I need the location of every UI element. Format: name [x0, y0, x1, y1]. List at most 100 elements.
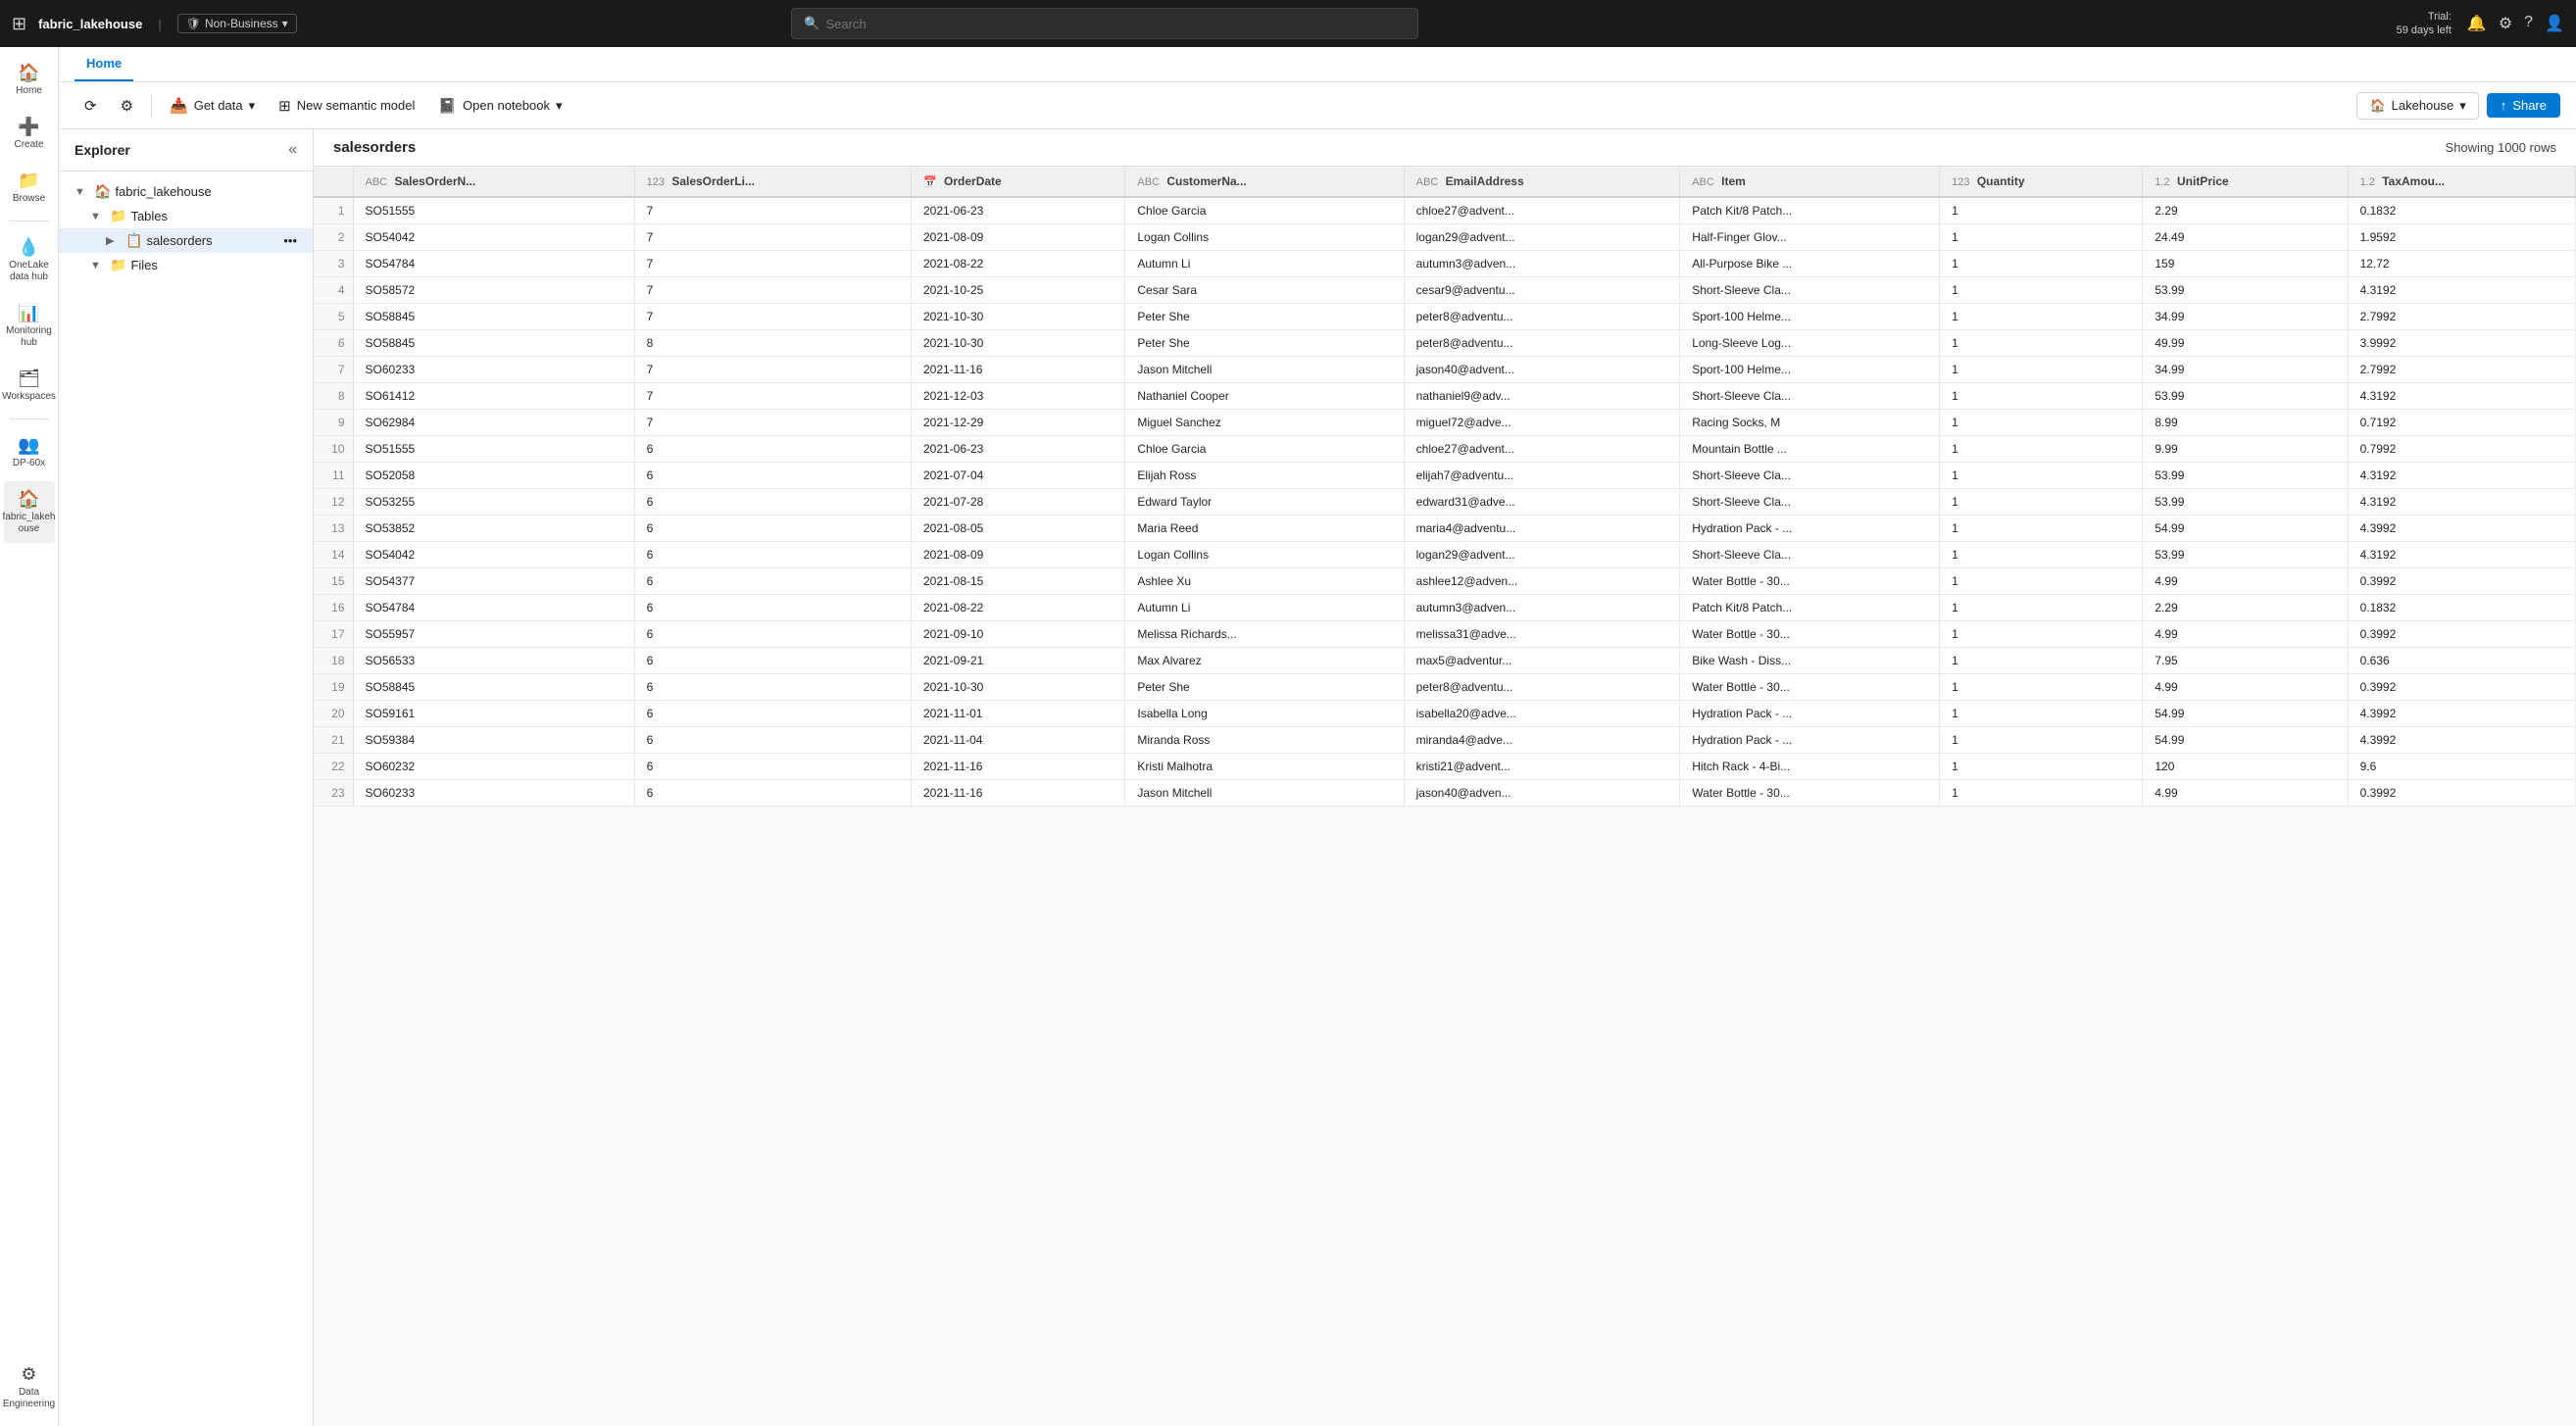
table-cell: 1: [1940, 383, 2143, 410]
table-container[interactable]: ABC SalesOrderN... 123 SalesOrderLi... 📅: [314, 167, 2576, 1426]
sidebar-item-home[interactable]: 🏠 Home: [4, 55, 55, 105]
table-cell: Maria Reed: [1125, 516, 1404, 542]
settings-button[interactable]: ⚙: [111, 92, 143, 120]
table-cell: Sport-100 Helme...: [1680, 304, 1940, 330]
col-header-salesorderline[interactable]: 123 SalesOrderLi...: [634, 167, 911, 197]
table-cell: 0.7992: [2348, 436, 2575, 463]
col-header-orderdate[interactable]: 📅 OrderDate: [911, 167, 1124, 197]
tree-item-files[interactable]: ▼ 📁 Files: [59, 253, 313, 277]
open-notebook-button[interactable]: 📓 Open notebook: [428, 92, 571, 120]
main-layout: 🏠 Home ➕ Create 📁 Browse 💧 OneLake data …: [0, 47, 2576, 1426]
notifications-icon[interactable]: 🔔: [2467, 14, 2487, 33]
table-cell: ashlee12@adven...: [1404, 568, 1680, 595]
table-cell: 2021-08-09: [911, 542, 1124, 568]
onelake-icon: 💧: [18, 237, 39, 258]
col-header-item[interactable]: ABC Item: [1680, 167, 1940, 197]
help-icon[interactable]: ?: [2524, 14, 2533, 33]
search-bar[interactable]: 🔍: [791, 8, 1418, 39]
table-cell: Max Alvarez: [1125, 648, 1404, 674]
sidebar-item-onelake[interactable]: 💧 OneLake data hub: [4, 229, 55, 291]
table-cell: Cesar Sara: [1125, 277, 1404, 304]
tables-folder-icon: 📁: [110, 208, 126, 224]
col-header-taxamount[interactable]: 1.2 TaxAmou...: [2348, 167, 2575, 197]
table-row[interactable]: 22SO6023262021-11-16Kristi Malhotrakrist…: [314, 754, 2576, 780]
table-row[interactable]: 3SO5478472021-08-22Autumn Liautumn3@adve…: [314, 251, 2576, 277]
table-cell: Miranda Ross: [1125, 727, 1404, 754]
get-data-button[interactable]: 📥 Get data: [160, 92, 265, 120]
row-number: 23: [314, 780, 353, 807]
table-row[interactable]: 23SO6023362021-11-16Jason Mitchelljason4…: [314, 780, 2576, 807]
table-row[interactable]: 6SO5884582021-10-30Peter Shepeter8@adven…: [314, 330, 2576, 357]
table-row[interactable]: 4SO5857272021-10-25Cesar Saracesar9@adve…: [314, 277, 2576, 304]
table-cell: 2021-08-22: [911, 251, 1124, 277]
table-cell: 4.3192: [2348, 277, 2575, 304]
table-cell: 7: [634, 304, 911, 330]
table-row[interactable]: 14SO5404262021-08-09Logan Collinslogan29…: [314, 542, 2576, 568]
row-number: 14: [314, 542, 353, 568]
trial-info: Trial: 59 days left: [2397, 10, 2452, 38]
table-row[interactable]: 18SO5653362021-09-21Max Alvarezmax5@adve…: [314, 648, 2576, 674]
col-header-unitprice[interactable]: 1.2 UnitPrice: [2143, 167, 2348, 197]
table-cell: 1: [1940, 304, 2143, 330]
table-row[interactable]: 13SO5385262021-08-05Maria Reedmaria4@adv…: [314, 516, 2576, 542]
sidebar-item-fabric-lakehouse[interactable]: 🏠 fabric_lakeh ouse: [4, 481, 55, 543]
table-cell: Short-Sleeve Cla...: [1680, 383, 1940, 410]
tab-home[interactable]: Home: [74, 47, 133, 81]
table-cell: Jason Mitchell: [1125, 780, 1404, 807]
table-row[interactable]: 7SO6023372021-11-16Jason Mitchelljason40…: [314, 357, 2576, 383]
table-row[interactable]: 12SO5325562021-07-28Edward Tayloredward3…: [314, 489, 2576, 516]
table-cell: 4.3192: [2348, 489, 2575, 516]
table-row[interactable]: 8SO6141272021-12-03Nathaniel Coopernatha…: [314, 383, 2576, 410]
table-row[interactable]: 1SO5155572021-06-23Chloe Garciachloe27@a…: [314, 197, 2576, 224]
data-view: salesorders Showing 1000 rows ABC SalesO…: [314, 129, 2576, 1426]
share-button[interactable]: ↑ Share: [2487, 93, 2560, 118]
sidebar-item-browse[interactable]: 📁 Browse: [4, 163, 55, 213]
table-row[interactable]: 21SO5938462021-11-04Miranda Rossmiranda4…: [314, 727, 2576, 754]
table-cell: 34.99: [2143, 357, 2348, 383]
tree-item-root[interactable]: ▼ 🏠 fabric_lakehouse: [59, 179, 313, 204]
sidebar-item-create[interactable]: ➕ Create: [4, 109, 55, 159]
sidebar-item-workspaces[interactable]: 🗂 Workspaces: [4, 361, 55, 411]
tree-item-tables[interactable]: ▼ 📁 Tables: [59, 204, 313, 228]
table-row[interactable]: 19SO5884562021-10-30Peter Shepeter8@adve…: [314, 674, 2576, 701]
table-cell: 4.99: [2143, 568, 2348, 595]
table-row[interactable]: 11SO5205862021-07-04Elijah Rosselijah7@a…: [314, 463, 2576, 489]
lakehouse-button[interactable]: 🏠 Lakehouse: [2356, 92, 2478, 120]
non-business-badge[interactable]: 🛡 Non-Business: [177, 14, 297, 33]
explorer-close-button[interactable]: «: [288, 141, 297, 159]
table-row[interactable]: 2SO5404272021-08-09Logan Collinslogan29@…: [314, 224, 2576, 251]
table-cell: 54.99: [2143, 701, 2348, 727]
tree-item-salesorders[interactable]: ▶ 📋 salesorders •••: [59, 228, 313, 253]
row-number: 22: [314, 754, 353, 780]
sidebar-item-data-engineering[interactable]: ⚙ Data Engineering: [4, 1356, 55, 1418]
sidebar-item-monitoring[interactable]: 📊 Monitoring hub: [4, 295, 55, 357]
col-header-salesordernumber[interactable]: ABC SalesOrderN...: [353, 167, 634, 197]
settings-icon[interactable]: ⚙: [2499, 14, 2512, 33]
sidebar-item-dp60x[interactable]: 👥 DP-60x: [4, 427, 55, 477]
table-row[interactable]: 17SO5595762021-09-10Melissa Richards...m…: [314, 621, 2576, 648]
tab-bar: Home: [59, 47, 2576, 82]
new-semantic-model-button[interactable]: ⊞ New semantic model: [269, 92, 424, 120]
col-header-quantity[interactable]: 123 Quantity: [1940, 167, 2143, 197]
workspaces-icon: 🗂: [18, 369, 40, 389]
table-row[interactable]: 16SO5478462021-08-22Autumn Liautumn3@adv…: [314, 595, 2576, 621]
table-row[interactable]: 20SO5916162021-11-01Isabella Longisabell…: [314, 701, 2576, 727]
grid-icon[interactable]: ⊞: [12, 14, 26, 34]
table-cell: SO51555: [353, 197, 634, 224]
col-header-emailaddress[interactable]: ABC EmailAddress: [1404, 167, 1680, 197]
salesorders-more-icon[interactable]: •••: [283, 233, 297, 248]
table-row[interactable]: 9SO6298472021-12-29Miguel Sanchezmiguel7…: [314, 410, 2576, 436]
refresh-button[interactable]: ⟳: [74, 92, 107, 120]
open-notebook-label: Open notebook: [463, 98, 550, 113]
table-row[interactable]: 15SO5437762021-08-15Ashlee Xuashlee12@ad…: [314, 568, 2576, 595]
root-label: fabric_lakehouse: [115, 184, 211, 199]
table-cell: max5@adventur...: [1404, 648, 1680, 674]
search-input[interactable]: [826, 17, 1407, 31]
table-row[interactable]: 10SO5155562021-06-23Chloe Garciachloe27@…: [314, 436, 2576, 463]
profile-icon[interactable]: 👤: [2545, 14, 2564, 33]
table-cell: 6: [634, 542, 911, 568]
col-header-customername[interactable]: ABC CustomerNa...: [1125, 167, 1404, 197]
table-row[interactable]: 5SO5884572021-10-30Peter Shepeter8@adven…: [314, 304, 2576, 330]
table-cell: 1: [1940, 436, 2143, 463]
table-cell: Miguel Sanchez: [1125, 410, 1404, 436]
